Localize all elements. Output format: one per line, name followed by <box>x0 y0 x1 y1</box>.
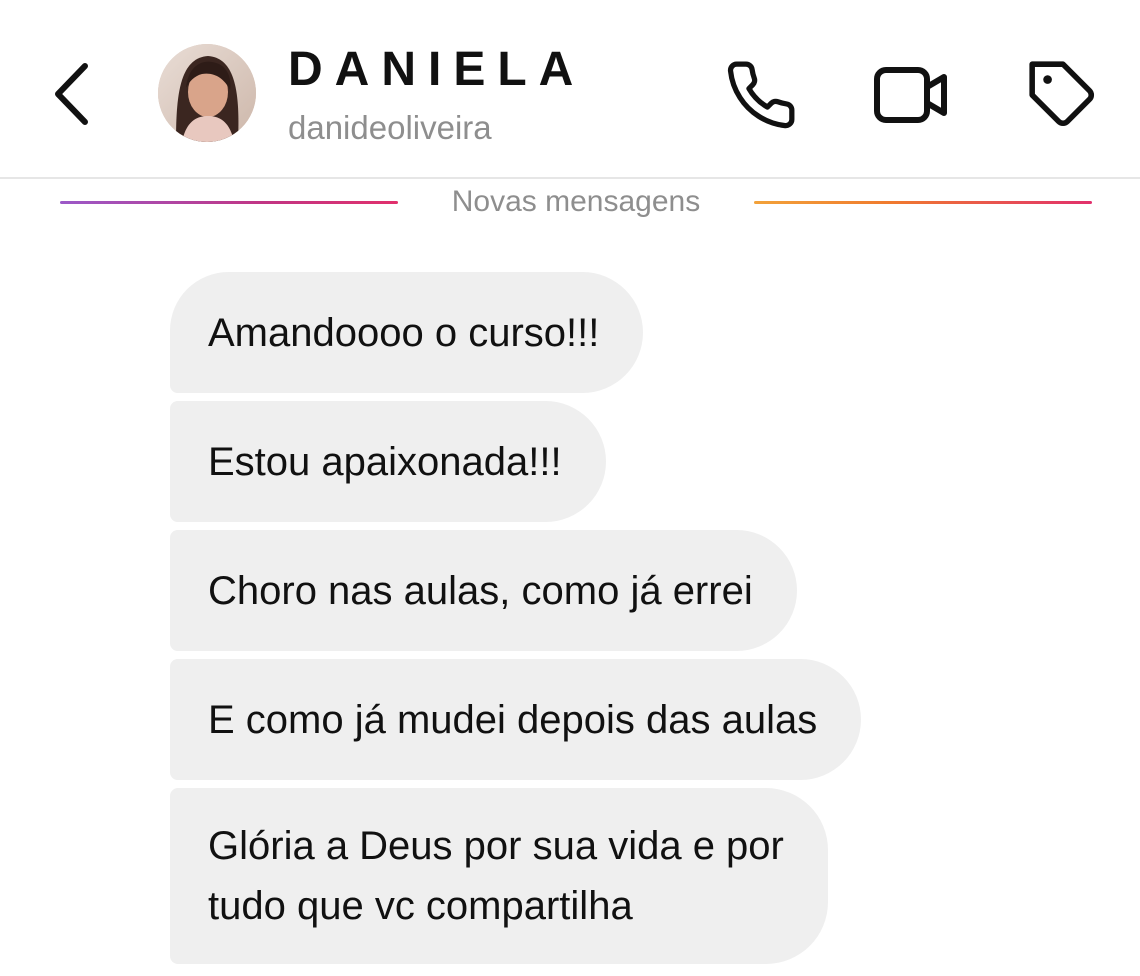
message-list: Amandoooo o curso!!! Estou apaixonada!!!… <box>170 272 1070 972</box>
message-bubble[interactable]: Choro nas aulas, como já errei <box>170 530 797 651</box>
message-text: E como já mudei depois das aulas <box>208 698 818 742</box>
tag-button[interactable] <box>1024 56 1102 134</box>
contact-name: DANIELA <box>288 43 586 96</box>
phone-icon <box>727 61 795 129</box>
back-icon <box>55 63 88 125</box>
header-divider <box>0 177 1140 179</box>
avatar[interactable] <box>158 44 256 142</box>
message-bubble[interactable]: Estou apaixonada!!! <box>170 401 606 522</box>
new-messages-separator: Novas mensagens <box>0 180 1140 226</box>
separator-line-right <box>754 201 1092 204</box>
chat-screen: DANIELA danideoliveira Novas mensagens A… <box>0 0 1140 976</box>
video-call-button[interactable] <box>872 56 950 134</box>
message-text: Estou apaixonada!!! <box>208 440 562 484</box>
message-text: Amandoooo o curso!!! <box>208 311 600 355</box>
call-button[interactable] <box>722 56 800 134</box>
message-bubble[interactable]: Glória a Deus por sua vida e por tudo qu… <box>170 788 828 964</box>
message-text: Choro nas aulas, como já errei <box>208 569 753 613</box>
separator-line-left <box>60 201 398 204</box>
message-bubble[interactable]: Amandoooo o curso!!! <box>170 272 644 393</box>
tag-icon <box>1029 61 1094 126</box>
separator-label: Novas mensagens <box>451 185 701 218</box>
message-bubble[interactable]: E como já mudei depois das aulas <box>170 659 862 780</box>
chat-header: DANIELA danideoliveira <box>0 0 1140 179</box>
video-camera-icon <box>874 67 947 123</box>
back-button[interactable] <box>44 58 100 130</box>
message-text-line: Glória a Deus por sua vida e por <box>208 824 784 868</box>
message-text-line: tudo que vc compartilha <box>208 884 633 928</box>
contact-username: danideoliveira <box>288 109 492 146</box>
avatar-photo <box>158 44 256 142</box>
